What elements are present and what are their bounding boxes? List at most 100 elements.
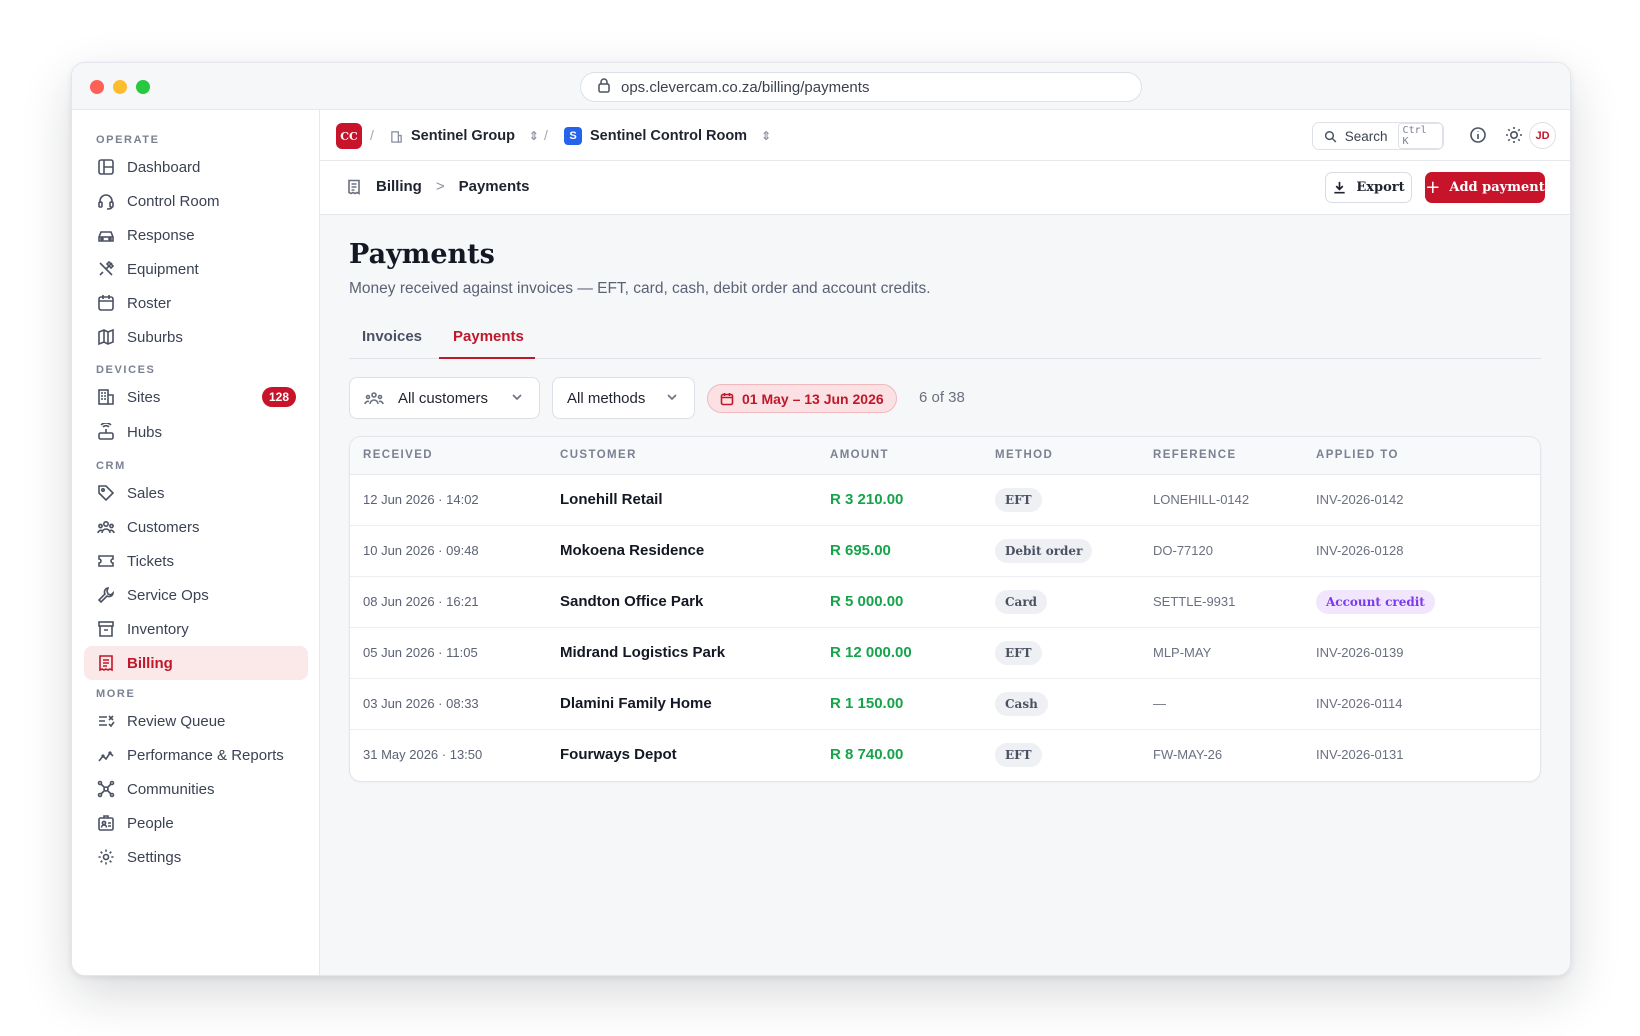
sidebar-item-settings[interactable]: Settings — [84, 840, 308, 874]
add-payment-button[interactable]: + Add payment — [1425, 172, 1545, 203]
table-row[interactable]: 12 Jun 2026 · 14:02 Lonehill Retail R 3 … — [350, 475, 1540, 526]
export-button[interactable]: Export — [1325, 172, 1412, 203]
column-header-reference[interactable]: REFERENCE — [1153, 449, 1237, 461]
table-row[interactable]: 10 Jun 2026 · 09:48 Mokoena Residence R … — [350, 526, 1540, 577]
users-icon — [364, 392, 384, 405]
badge-icon — [98, 815, 114, 831]
chevron-right-icon: > — [435, 178, 445, 195]
sidebar-item-control-room[interactable]: Control Room — [84, 184, 308, 218]
method-badge: Cash — [995, 692, 1048, 716]
sidebar-item-label: Performance & Reports — [127, 746, 284, 764]
applied-to-cell[interactable]: INV-2026-0128 — [1316, 543, 1403, 558]
search-button[interactable]: Search Ctrl K — [1312, 122, 1444, 150]
close-window-button[interactable] — [90, 80, 104, 94]
sidebar-item-service-ops[interactable]: Service Ops — [84, 578, 308, 612]
calendar-icon — [98, 295, 114, 311]
table-row[interactable]: 31 May 2026 · 13:50 Fourways Depot R 8 7… — [350, 730, 1540, 781]
date-range-filter[interactable]: 01 May – 13 Jun 2026 — [707, 384, 897, 413]
tools-icon — [99, 260, 115, 276]
sidebar: OPERATE Dashboard Control Room Response … — [72, 110, 320, 975]
sidebar-item-sites[interactable]: Sites 128 — [84, 380, 308, 414]
reference-cell: SETTLE-9931 — [1153, 594, 1236, 609]
theme-toggle[interactable] — [1504, 125, 1524, 145]
sidebar-item-people[interactable]: People — [84, 806, 308, 840]
sidebar-item-equipment[interactable]: Equipment — [84, 252, 308, 286]
customer-cell[interactable]: Dlamini Family Home — [560, 695, 712, 712]
browser-window: ops.clevercam.co.za/billing/payments OPE… — [71, 62, 1571, 976]
tab-payments[interactable]: Payments — [453, 328, 524, 345]
user-avatar[interactable]: JD — [1529, 122, 1556, 149]
org-logo[interactable]: CC — [336, 123, 362, 149]
reference-cell: LONEHILL-0142 — [1153, 492, 1250, 507]
amount-cell: R 5 000.00 — [830, 593, 904, 610]
applied-to-cell[interactable]: INV-2026-0139 — [1316, 645, 1403, 660]
page-content: Payments Money received against invoices… — [349, 215, 1541, 782]
info-button[interactable] — [1468, 125, 1488, 145]
group-switcher[interactable]: Sentinel Group ⇕ — [390, 122, 539, 150]
sidebar-item-label: Communities — [127, 780, 215, 798]
building-icon — [98, 389, 114, 405]
add-payment-label: Add payment — [1449, 180, 1545, 195]
table-row[interactable]: 08 Jun 2026 · 16:21 Sandton Office Park … — [350, 577, 1540, 628]
gear-icon — [98, 849, 114, 865]
sidebar-item-label: Inventory — [127, 620, 189, 638]
section-label-more: MORE — [96, 688, 136, 700]
download-icon — [1334, 181, 1346, 194]
applied-to-cell[interactable]: INV-2026-0131 — [1316, 747, 1403, 762]
column-header-applied-to[interactable]: APPLIED TO — [1316, 449, 1399, 461]
sidebar-item-inventory[interactable]: Inventory — [84, 612, 308, 646]
crumb-separator: / — [544, 127, 548, 143]
method-badge: Card — [995, 590, 1048, 614]
sidebar-item-label: Roster — [127, 294, 172, 312]
wrench-icon — [97, 587, 115, 604]
customer-cell[interactable]: Fourways Depot — [560, 746, 677, 763]
control-room-switcher[interactable]: S Sentinel Control Room ⇕ — [564, 122, 771, 150]
column-header-customer[interactable]: CUSTOMER — [560, 449, 637, 461]
column-header-amount[interactable]: AMOUNT — [830, 449, 889, 461]
sidebar-item-label: Billing — [127, 654, 173, 672]
sidebar-item-sales[interactable]: Sales — [84, 476, 308, 510]
section-label-devices: DEVICES — [96, 364, 156, 376]
sidebar-item-review-queue[interactable]: Review Queue — [84, 704, 308, 738]
customer-filter-select[interactable]: All customers — [349, 377, 540, 419]
tag-icon — [98, 485, 115, 502]
column-header-received[interactable]: RECEIVED — [363, 449, 433, 461]
customer-cell[interactable]: Lonehill Retail — [560, 491, 663, 508]
customer-cell[interactable]: Mokoena Residence — [560, 542, 704, 559]
sidebar-item-tickets[interactable]: Tickets — [84, 544, 308, 578]
method-badge: EFT — [995, 641, 1042, 665]
reference-cell: FW-MAY-26 — [1153, 747, 1223, 762]
column-header-method[interactable]: METHOD — [995, 449, 1053, 461]
address-bar[interactable]: ops.clevercam.co.za/billing/payments — [580, 72, 1142, 102]
sidebar-item-dashboard[interactable]: Dashboard — [84, 150, 308, 184]
received-cell: 05 Jun 2026 · 11:05 — [363, 645, 478, 660]
customer-cell[interactable]: Midrand Logistics Park — [560, 644, 725, 661]
sidebar-item-response[interactable]: Response — [84, 218, 308, 252]
minimize-window-button[interactable] — [113, 80, 127, 94]
table-row[interactable]: 03 Jun 2026 · 08:33 Dlamini Family Home … — [350, 679, 1540, 730]
tab-invoices[interactable]: Invoices — [362, 328, 422, 345]
applied-to-cell[interactable]: INV-2026-0142 — [1316, 492, 1403, 507]
method-badge: EFT — [995, 488, 1042, 512]
sidebar-item-label: Suburbs — [127, 328, 183, 346]
table-row[interactable]: 05 Jun 2026 · 11:05 Midrand Logistics Pa… — [350, 628, 1540, 679]
sidebar-item-roster[interactable]: Roster — [84, 286, 308, 320]
map-icon — [98, 328, 114, 346]
maximize-window-button[interactable] — [136, 80, 150, 94]
sidebar-item-suburbs[interactable]: Suburbs — [84, 320, 308, 354]
method-filter-select[interactable]: All methods — [552, 377, 695, 419]
sidebar-item-communities[interactable]: Communities — [84, 772, 308, 806]
receipt-icon — [99, 655, 113, 672]
title-bar: ops.clevercam.co.za/billing/payments — [72, 63, 1570, 110]
sidebar-item-hubs[interactable]: Hubs — [84, 415, 308, 449]
sidebar-item-performance-reports[interactable]: Performance & Reports — [84, 738, 308, 772]
chevron-down-icon — [512, 394, 522, 401]
sidebar-item-customers[interactable]: Customers — [84, 510, 308, 544]
applied-to-cell[interactable]: INV-2026-0114 — [1316, 696, 1403, 711]
chevron-down-icon — [667, 394, 677, 401]
sidebar-item-billing[interactable]: Billing — [84, 646, 308, 680]
building-icon — [391, 130, 402, 143]
customer-filter-value: All customers — [398, 389, 489, 407]
breadcrumb-billing[interactable]: Billing — [376, 178, 422, 195]
customer-cell[interactable]: Sandton Office Park — [560, 593, 703, 610]
